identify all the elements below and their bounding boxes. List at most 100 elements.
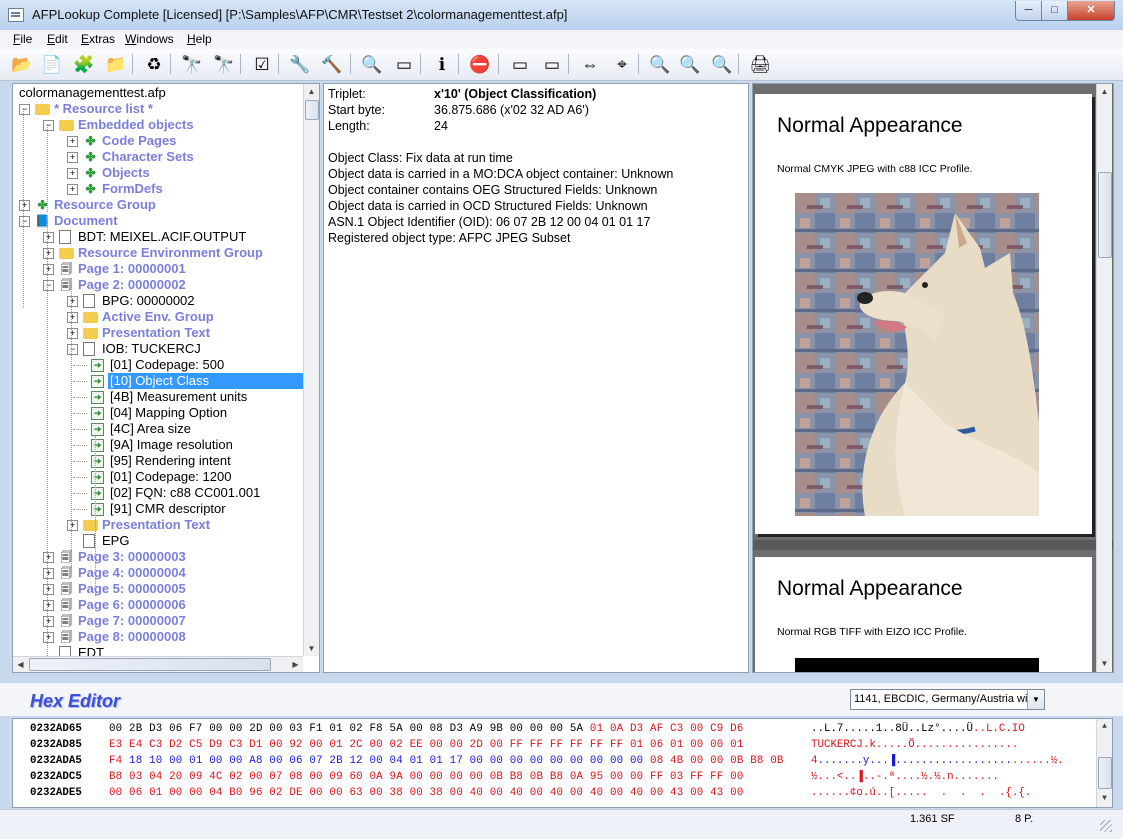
tree-item[interactable]: + 🗐 Page 5: 00000005 <box>13 581 303 597</box>
menu-file[interactable]: File <box>13 32 32 46</box>
tree-item[interactable]: + ✤ FormDefs <box>13 181 303 197</box>
tree-root[interactable]: colormanagementtest.afp <box>19 85 166 101</box>
tree-item[interactable]: ➔ [01] Codepage: 500 <box>13 357 303 373</box>
structure-tree[interactable]: colormanagementtest.afp − * Resource list … <box>12 83 320 673</box>
maximize-button[interactable]: □ <box>1041 1 1068 21</box>
fit-page-icon[interactable]: ⌖ <box>610 52 634 76</box>
tree-item[interactable]: − 🗐 Page 2: 00000002 <box>13 277 303 293</box>
zoom-100-icon[interactable]: 🔍 <box>678 52 702 76</box>
info-icon[interactable]: ℹ <box>430 52 454 76</box>
resize-grip[interactable] <box>1100 820 1112 832</box>
hex-bytes[interactable]: 00 06 01 00 00 04 B0 96 02 DE 00 00 63 0… <box>109 785 744 801</box>
stop-icon[interactable]: ⛔ <box>468 52 492 76</box>
preview-scrollbar[interactable]: ▲ ▼ <box>1096 84 1112 672</box>
hex-ascii[interactable]: ..L.7.....1..8Ü..Lz°....Ü..L.C.IO <box>811 721 1025 737</box>
close-button[interactable]: ✕ <box>1067 1 1115 21</box>
tree-item[interactable]: ➔ [01] Codepage: 1200 <box>13 469 303 485</box>
tree-vertical-scrollbar[interactable]: ▲ ▼ <box>303 84 319 656</box>
view-icon[interactable]: 🔍 <box>360 52 384 76</box>
menu-help[interactable]: Help <box>187 32 212 46</box>
scroll-up-icon[interactable]: ▲ <box>1097 84 1112 99</box>
tree-item[interactable]: + ✤ Code Pages <box>13 133 303 149</box>
expand-icon[interactable]: + <box>67 520 78 531</box>
tree-item[interactable]: + 🗐 Page 6: 00000006 <box>13 597 303 613</box>
encoding-select[interactable]: 1141, EBCDIC, Germany/Austria wi ▼ <box>850 689 1045 710</box>
tools-icon[interactable]: 🔧 <box>288 52 312 76</box>
folder-icon[interactable]: 📁 <box>104 52 128 76</box>
expand-icon[interactable]: + <box>67 328 78 339</box>
minimize-button[interactable]: ─ <box>1015 1 1042 21</box>
expand-icon[interactable]: + <box>43 232 54 243</box>
tree-item[interactable]: + 🗐 Page 1: 00000001 <box>13 261 303 277</box>
tree-item[interactable]: ➔ [4C] Area size <box>13 421 303 437</box>
refresh-icon[interactable]: ♻ <box>142 52 166 76</box>
resources-icon[interactable]: 🧩 <box>72 52 96 76</box>
tree-item[interactable]: + ✤ Resource Group <box>13 197 303 213</box>
chevron-down-icon[interactable]: ▼ <box>1027 690 1044 709</box>
scroll-up-icon[interactable]: ▲ <box>1097 719 1112 734</box>
expand-icon[interactable]: + <box>67 168 78 179</box>
hex-ascii[interactable]: 4.......y...▐........................½. <box>811 753 1064 769</box>
page-next-icon[interactable]: ▭ <box>540 52 564 76</box>
expand-icon[interactable]: + <box>67 184 78 195</box>
expand-icon[interactable]: + <box>43 568 54 579</box>
menu-windows[interactable]: Windows <box>125 32 174 46</box>
tree-item[interactable]: − Embedded objects <box>13 117 303 133</box>
tree-item[interactable]: + Active Env. Group <box>13 309 303 325</box>
tree-horizontal-scrollbar[interactable]: ◀ ▶ <box>13 656 303 672</box>
tree-item[interactable]: ➔ [9A] Image resolution <box>13 437 303 453</box>
hex-scrollbar[interactable]: ▲ ▼ <box>1096 719 1112 807</box>
collapse-icon[interactable]: − <box>43 120 54 131</box>
page-preview[interactable]: Normal Appearance Normal CMYK JPEG with … <box>752 83 1114 673</box>
hex-ascii[interactable]: ......¢o.ú..[..... . . . .{.{. <box>811 785 1031 801</box>
scroll-down-icon[interactable]: ▼ <box>304 641 319 656</box>
print-icon[interactable]: 🖨 <box>748 52 772 76</box>
hex-bytes[interactable]: E3 E4 C3 D2 C5 D9 C3 D1 00 92 00 01 2C 0… <box>109 737 744 753</box>
expand-icon[interactable]: + <box>67 152 78 163</box>
tree-hscroll-thumb[interactable] <box>29 658 271 671</box>
tree-item[interactable]: + Presentation Text <box>13 325 303 341</box>
scroll-left-icon[interactable]: ◀ <box>13 657 28 672</box>
expand-icon[interactable]: + <box>67 312 78 323</box>
hex-ascii[interactable]: ½...<..▐..-.ª....½.½.n....... <box>811 769 999 785</box>
hex-view[interactable]: 0232AD65 00 2B D3 06 F7 00 00 2D 00 03 F1… <box>12 718 1113 808</box>
app-icon[interactable] <box>8 8 24 22</box>
page-prev-icon[interactable]: ▭ <box>508 52 532 76</box>
scroll-down-icon[interactable]: ▼ <box>1097 791 1112 806</box>
tree-item[interactable]: ➔ [4B] Measurement units <box>13 389 303 405</box>
collapse-icon[interactable]: − <box>19 104 30 115</box>
tree-item[interactable]: ➔ [95] Rendering intent <box>13 453 303 469</box>
expand-icon[interactable]: + <box>43 248 54 259</box>
expand-icon[interactable]: + <box>19 200 30 211</box>
tree-item[interactable]: + ✤ Objects <box>13 165 303 181</box>
hex-bytes[interactable]: B8 03 04 20 09 4C 02 00 07 08 00 09 60 0… <box>109 769 744 785</box>
expand-icon[interactable]: + <box>43 616 54 627</box>
open-icon[interactable]: 📂 <box>10 52 34 76</box>
tree-item[interactable]: − 📘 Document <box>13 213 303 229</box>
hex-ascii[interactable]: TUCKERCJ.k.....Ö................ <box>811 737 1018 753</box>
tree-item[interactable]: ➔ [02] FQN: c88 CC001.001 <box>13 485 303 501</box>
tree-item[interactable]: EDT <box>13 645 303 656</box>
tree-item[interactable]: + 🗐 Page 8: 00000008 <box>13 629 303 645</box>
preview-scroll-thumb[interactable] <box>1098 172 1112 258</box>
menu-edit[interactable]: Edit <box>47 32 68 46</box>
tree-item[interactable]: + Presentation Text <box>13 517 303 533</box>
hex-scroll-thumb[interactable] <box>1098 757 1112 789</box>
collapse-icon[interactable]: − <box>19 216 30 227</box>
zoom-in-icon[interactable]: 🔍 <box>710 52 734 76</box>
expand-icon[interactable]: + <box>43 600 54 611</box>
expand-icon[interactable]: + <box>43 584 54 595</box>
checklist-icon[interactable]: ☑ <box>250 52 274 76</box>
tree-item[interactable]: ➔ [91] CMR descriptor <box>13 501 303 517</box>
tree-item[interactable]: + 🗐 Page 3: 00000003 <box>13 549 303 565</box>
tree-item[interactable]: + 🗐 Page 4: 00000004 <box>13 565 303 581</box>
tree-item[interactable]: + BDT: MEIXEL.ACIF.OUTPUT <box>13 229 303 245</box>
tree-item[interactable]: + BPG: 00000002 <box>13 293 303 309</box>
expand-icon[interactable]: + <box>43 264 54 275</box>
tree-scroll-thumb[interactable] <box>305 100 319 120</box>
export-icon[interactable]: 📄 <box>40 52 64 76</box>
tree-item[interactable]: − IOB: TUCKERCJ <box>13 341 303 357</box>
expand-icon[interactable]: + <box>67 136 78 147</box>
tree-item[interactable]: ➔ [04] Mapping Option <box>13 405 303 421</box>
zoom-out-icon[interactable]: 🔍 <box>648 52 672 76</box>
